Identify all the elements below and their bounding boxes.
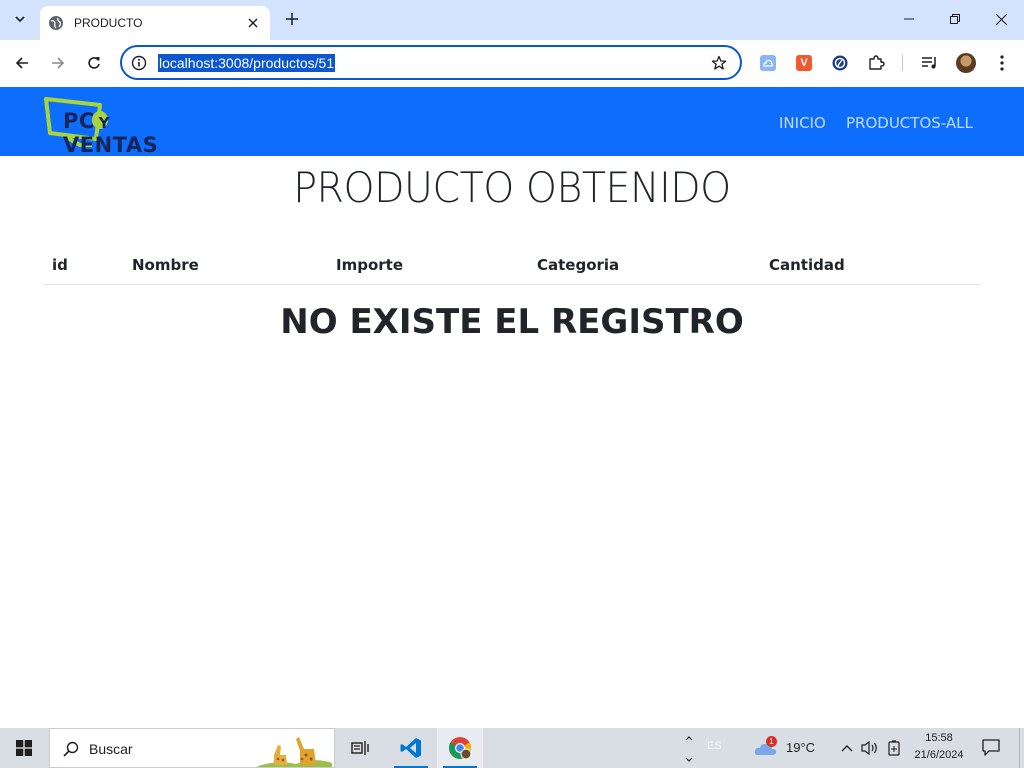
battery-icon[interactable] xyxy=(885,739,903,757)
search-icon xyxy=(62,740,80,758)
address-bar[interactable]: localhost:3008/productos/51 xyxy=(120,45,742,80)
profile-avatar[interactable] xyxy=(956,53,976,73)
search-placeholder: Buscar xyxy=(89,741,133,757)
taskbar-chrome[interactable] xyxy=(437,728,483,768)
empty-state-message: NO EXISTE EL REGISTRO xyxy=(280,302,744,342)
taskbar-search[interactable]: Buscar xyxy=(49,728,335,768)
arrow-left-icon xyxy=(15,57,28,69)
chevron-up-down-icon xyxy=(685,736,693,762)
column-header-nombre: Nombre xyxy=(132,256,199,274)
tray-scroll-arrows[interactable] xyxy=(680,728,698,768)
forward-button[interactable] xyxy=(46,51,70,75)
bookmark-star-icon[interactable] xyxy=(710,54,728,72)
tab-search-button[interactable] xyxy=(8,7,32,31)
temperature[interactable]: 19°C xyxy=(786,740,815,755)
tab-title: PRODUCTO xyxy=(74,16,143,30)
task-view-button[interactable] xyxy=(337,728,383,768)
plus-icon xyxy=(286,13,298,25)
brand-ventas: VENTAS xyxy=(63,133,159,157)
chrome-icon xyxy=(449,737,472,760)
column-header-importe: Importe xyxy=(336,256,403,274)
minimize-button[interactable] xyxy=(898,8,920,30)
table-header: id Nombre Importe Categoria Cantidad xyxy=(44,247,980,285)
browser-tabstrip: PRODUCTO xyxy=(0,0,1024,40)
weather-widget[interactable]: 1 xyxy=(754,736,780,760)
notifications-icon[interactable] xyxy=(982,738,1000,756)
nav-link-inicio[interactable]: INICIO xyxy=(779,114,826,132)
column-header-categoria: Categoria xyxy=(537,256,620,274)
column-header-id: id xyxy=(52,256,68,274)
v-extension-icon[interactable]: V xyxy=(794,53,814,73)
puzzle-extensions-icon[interactable] xyxy=(866,53,886,73)
brand-logo[interactable]: PC YVENTAS xyxy=(44,95,194,157)
arrow-right-icon xyxy=(52,57,65,69)
restore-button[interactable] xyxy=(944,8,966,30)
brand-y: Y xyxy=(98,114,110,132)
new-tab-button[interactable] xyxy=(282,9,302,29)
reload-icon xyxy=(88,57,100,69)
reload-button[interactable] xyxy=(82,51,106,75)
start-button[interactable] xyxy=(0,728,48,768)
task-view-icon xyxy=(351,741,369,755)
restore-icon xyxy=(950,14,960,24)
nav-link-productos-all[interactable]: PRODUCTOS-ALL xyxy=(846,114,973,132)
site-info-icon[interactable] xyxy=(130,54,148,72)
globe-icon xyxy=(48,15,64,31)
close-icon xyxy=(995,13,1007,25)
toolbar-separator xyxy=(902,55,903,71)
weather-badge: 1 xyxy=(766,736,777,747)
address-url[interactable]: localhost:3008/productos/51 xyxy=(158,54,336,72)
site-navbar: PC YVENTAS INICIO PRODUCTOS-ALL xyxy=(0,87,1024,157)
cloud-extension-icon[interactable] xyxy=(758,53,778,73)
clock-date[interactable]: 21/6/2024 xyxy=(908,749,970,761)
browser-tab-active[interactable]: PRODUCTO xyxy=(40,6,270,40)
windows-logo-icon xyxy=(16,740,32,756)
minimize-icon xyxy=(904,18,914,20)
brand-text: PC YVENTAS xyxy=(63,109,194,157)
show-desktop-button[interactable] xyxy=(1019,728,1024,768)
back-button[interactable] xyxy=(10,51,34,75)
compass-extension-icon[interactable] xyxy=(830,53,850,73)
brand-pc: PC xyxy=(63,109,95,133)
more-menu-icon[interactable] xyxy=(992,53,1012,73)
giraffe-illustration-icon xyxy=(256,737,332,767)
show-hidden-icons-icon[interactable] xyxy=(838,739,856,757)
vscode-icon xyxy=(400,738,421,758)
page-title: PRODUCTO OBTENIDO xyxy=(293,163,731,212)
close-window-button[interactable] xyxy=(990,8,1012,30)
volume-icon[interactable] xyxy=(861,739,879,757)
chevron-down-icon xyxy=(15,16,25,23)
column-header-cantidad: Cantidad xyxy=(769,256,845,274)
taskbar-vscode[interactable] xyxy=(388,728,434,768)
clock-time[interactable]: 15:58 xyxy=(918,732,960,744)
windows-taskbar: Buscar ES 1 19°C 15:58 21/6/2024 xyxy=(0,728,1024,768)
language-indicator[interactable]: ES xyxy=(707,740,722,752)
media-controls-icon[interactable] xyxy=(920,53,940,73)
tab-close-icon[interactable] xyxy=(244,14,262,32)
